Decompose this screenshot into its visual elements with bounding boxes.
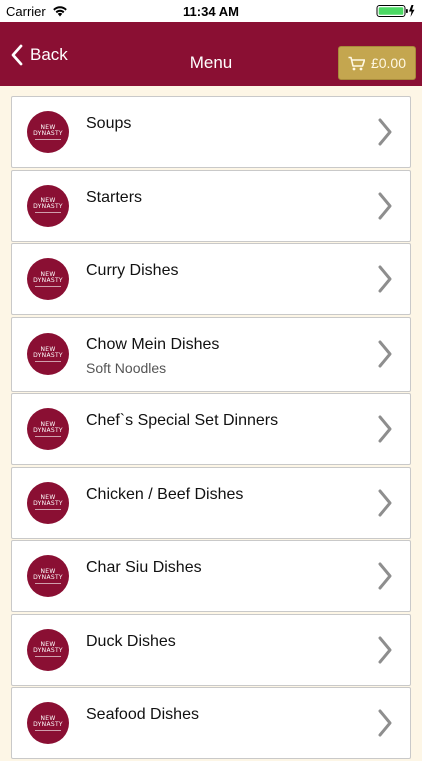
logo-text-dynasty: DYNASTY — [33, 500, 63, 507]
logo-rule — [35, 360, 61, 362]
chevron-right-icon — [378, 709, 392, 737]
navigation-bar: Back Menu £0.00 — [0, 22, 422, 86]
restaurant-logo: NEW DYNASTY — [27, 408, 69, 450]
item-title: Soups — [86, 115, 132, 132]
restaurant-logo: NEW DYNASTY — [27, 702, 69, 744]
logo-text-dynasty: DYNASTY — [33, 351, 63, 359]
item-title: Duck Dishes — [86, 632, 176, 650]
restaurant-logo: NEW DYNASTY — [27, 628, 69, 671]
list-item[interactable]: NEW DYNASTY Char Siu Dishes — [11, 540, 411, 612]
item-title: Chef`s Special Set Dinners — [86, 412, 279, 429]
logo-text-dynasty: DYNASTY — [33, 203, 63, 210]
restaurant-logo: NEW DYNASTY — [27, 481, 69, 524]
logo-rule — [35, 138, 61, 140]
list-item[interactable]: NEW DYNASTY Curry Dishes — [11, 243, 411, 315]
chevron-right-icon — [378, 340, 392, 368]
list-item[interactable]: NEW DYNASTY Seafood Dishes — [11, 687, 411, 759]
logo-rule — [35, 435, 61, 437]
cart-button[interactable]: £0.00 — [338, 46, 416, 80]
chevron-right-icon — [378, 636, 392, 663]
status-bar: Carrier 11:34 AM — [0, 0, 422, 22]
restaurant-logo: NEW DYNASTY — [27, 184, 69, 227]
cart-total: £0.00 — [370, 55, 407, 71]
item-title: Curry Dishes — [86, 262, 179, 279]
list-item[interactable]: NEW DYNASTY Starters — [11, 169, 411, 242]
item-title: Chow Mein Dishes — [86, 335, 220, 353]
chevron-right-icon — [378, 562, 392, 590]
logo-text-dynasty: DYNASTY — [33, 573, 63, 581]
logo-rule — [35, 729, 61, 731]
logo-rule — [35, 285, 61, 287]
status-time: 11:34 AM — [183, 4, 239, 19]
list-item[interactable]: NEW DYNASTY Chow Mein Dishes Soft Noodle… — [11, 316, 411, 392]
menu-category-list: NEW DYNASTY Soups NEW DYNASTY Starters N… — [11, 96, 411, 761]
chevron-right-icon — [378, 192, 392, 219]
restaurant-logo: NEW DYNASTY — [27, 333, 69, 375]
logo-text-dynasty: DYNASTY — [33, 720, 63, 728]
restaurant-logo: NEW DYNASTY — [27, 111, 69, 153]
restaurant-logo: NEW DYNASTY — [27, 258, 69, 300]
chevron-right-icon — [378, 415, 392, 443]
chevron-right-icon — [378, 265, 392, 293]
chevron-right-icon — [378, 118, 392, 146]
logo-text-dynasty: DYNASTY — [33, 129, 63, 137]
logo-rule — [35, 509, 61, 510]
item-subtitle: Soft Noodles — [86, 359, 167, 376]
item-title: Seafood Dishes — [86, 706, 199, 723]
logo-text-dynasty: DYNASTY — [33, 276, 63, 284]
list-item[interactable]: NEW DYNASTY Chef`s Special Set Dinners — [11, 393, 411, 465]
logo-text-dynasty: DYNASTY — [33, 426, 63, 434]
list-item[interactable]: NEW DYNASTY Duck Dishes — [11, 613, 411, 686]
item-title: Starters — [86, 188, 143, 206]
logo-rule — [35, 656, 61, 657]
battery-icon — [376, 5, 415, 17]
list-item[interactable]: NEW DYNASTY Chicken / Beef Dishes — [11, 466, 411, 539]
list-item[interactable]: NEW DYNASTY Soups — [11, 96, 411, 168]
item-title: Chicken / Beef Dishes — [86, 485, 244, 503]
logo-rule — [35, 212, 61, 213]
logo-text-dynasty: DYNASTY — [33, 647, 63, 654]
chevron-right-icon — [378, 489, 392, 516]
logo-rule — [35, 582, 61, 584]
cart-icon — [348, 56, 365, 70]
restaurant-logo: NEW DYNASTY — [27, 555, 69, 597]
item-title: Char Siu Dishes — [86, 559, 202, 576]
